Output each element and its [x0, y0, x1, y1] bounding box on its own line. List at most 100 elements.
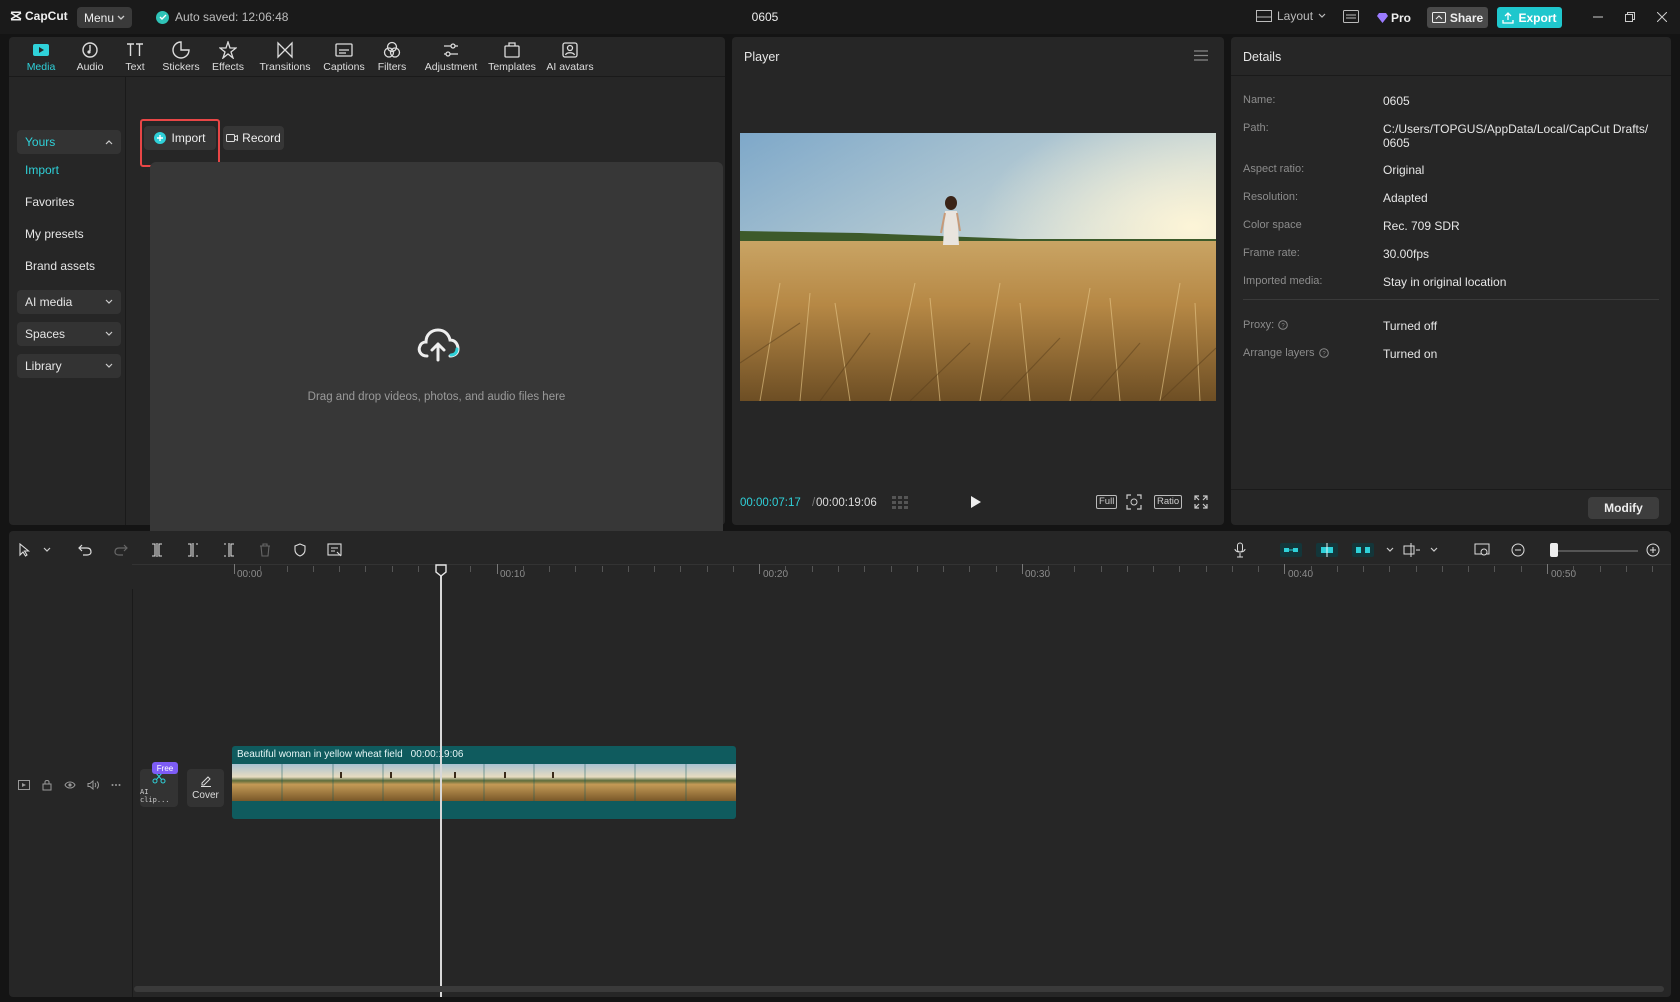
timeline-scrollbar[interactable]	[134, 986, 1664, 992]
ratio-button[interactable]: Ratio	[1154, 494, 1183, 510]
tab-media-label: Media	[26, 61, 56, 73]
ruler-tick	[1284, 564, 1286, 574]
microphone-icon[interactable]	[1231, 541, 1249, 559]
tab-audio[interactable]: Audio	[66, 41, 114, 73]
tab-ai-avatars[interactable]: AI avatars	[542, 41, 598, 73]
detail-value: Turned off	[1383, 319, 1438, 333]
import-button[interactable]: Import	[144, 126, 216, 150]
hamburger-icon[interactable]	[1194, 50, 1208, 64]
chevron-down-icon[interactable]	[1425, 541, 1443, 559]
clip-duration: 00:00:19:06	[410, 749, 464, 760]
split-icon[interactable]	[148, 541, 166, 559]
media-dropzone[interactable]: Drag and drop videos, photos, and audio …	[150, 162, 723, 550]
ruler-tick	[654, 566, 656, 572]
linkage-icon[interactable]	[1351, 541, 1375, 559]
undo-icon[interactable]	[76, 541, 94, 559]
shortcuts-icon[interactable]	[1343, 10, 1359, 26]
sidebar-item-favorites[interactable]: Favorites	[25, 195, 74, 209]
captions-icon	[335, 43, 353, 57]
chevron-down-icon[interactable]	[38, 541, 56, 559]
tab-filters-label: Filters	[377, 61, 407, 73]
menu-button[interactable]: Menu	[77, 7, 132, 28]
tab-media[interactable]: Media	[17, 41, 65, 73]
restore-icon[interactable]	[1622, 9, 1638, 25]
sidebar-yours[interactable]: Yours	[17, 130, 121, 154]
total-time: 00:00:19:06	[816, 497, 877, 509]
tab-captions[interactable]: Captions	[319, 41, 369, 73]
ruler-tick	[1389, 566, 1391, 572]
tab-effects[interactable]: Effects	[207, 41, 249, 73]
tab-effects-label: Effects	[212, 61, 244, 73]
zoom-slider-handle[interactable]	[1550, 543, 1558, 557]
export-button[interactable]: Export	[1497, 7, 1562, 28]
redo-icon[interactable]	[112, 541, 130, 559]
tab-ai-avatars-label: AI avatars	[546, 61, 594, 73]
help-icon[interactable]: ?	[1278, 320, 1288, 330]
eye-icon[interactable]	[63, 778, 77, 792]
playhead-line[interactable]	[440, 567, 442, 997]
video-clip[interactable]: Beautiful woman in yellow wheat field 00…	[232, 746, 736, 819]
sidebar-item-import[interactable]: Import	[25, 163, 59, 177]
split-right-icon[interactable]	[220, 541, 238, 559]
screenshot-icon[interactable]	[1126, 494, 1142, 510]
sidebar-library[interactable]: Library	[17, 354, 121, 378]
video-preview[interactable]	[740, 133, 1216, 401]
title-bar: CapCut Menu Auto saved: 12:06:48 0605 La…	[0, 0, 1680, 34]
ruler-tick	[286, 566, 288, 572]
fullscreen-icon[interactable]	[1194, 494, 1208, 510]
modify-button[interactable]: Modify	[1588, 497, 1659, 519]
zoom-slider-track[interactable]	[1550, 550, 1638, 552]
chevron-down-icon	[1318, 13, 1326, 18]
details-title: Details	[1243, 50, 1282, 64]
lock-icon[interactable]	[40, 778, 54, 792]
timecode-grid-icon[interactable]	[892, 494, 912, 510]
chevron-down-icon[interactable]	[1381, 541, 1399, 559]
play-icon[interactable]	[970, 494, 982, 510]
close-icon[interactable]	[1654, 9, 1670, 25]
layout-button[interactable]: Layout	[1256, 9, 1326, 23]
ruler-tick	[522, 566, 524, 572]
sidebar-spaces[interactable]: Spaces	[17, 322, 121, 346]
help-icon[interactable]: ?	[1318, 348, 1329, 358]
detail-value: Original	[1383, 163, 1425, 177]
ruler-tick	[627, 566, 629, 572]
tab-transitions[interactable]: Transitions	[254, 41, 316, 73]
select-tool-icon[interactable]	[16, 541, 34, 559]
sidebar-ai-media[interactable]: AI media	[17, 290, 121, 314]
volume-icon[interactable]	[86, 778, 100, 792]
pro-button[interactable]: Pro	[1377, 7, 1418, 28]
delete-icon[interactable]	[256, 541, 274, 559]
ruler-tick	[1310, 566, 1312, 572]
split-left-icon[interactable]	[184, 541, 202, 559]
zoom-out-icon[interactable]	[1509, 541, 1527, 559]
tab-adjustment[interactable]: Adjustment	[420, 41, 482, 73]
zoom-to-fit-icon[interactable]	[1473, 541, 1491, 559]
tab-templates[interactable]: Templates	[484, 41, 540, 73]
sidebar-item-my-presets[interactable]: My presets	[25, 227, 84, 241]
ruler-tick	[785, 566, 787, 572]
media-sidebar: Yours Import Favorites My presets Brand …	[9, 77, 126, 525]
more-icon[interactable]	[109, 778, 123, 792]
sidebar-item-brand-assets[interactable]: Brand assets	[25, 259, 95, 273]
magnet-main-track-icon[interactable]	[1279, 541, 1303, 559]
shield-icon[interactable]	[291, 541, 309, 559]
preview-axis-icon[interactable]	[1401, 541, 1423, 559]
ruler-tick	[1494, 566, 1496, 572]
auto-snap-icon[interactable]	[1315, 541, 1339, 559]
track-cover-icon[interactable]	[17, 778, 31, 792]
full-quality-button[interactable]: Full	[1096, 494, 1118, 510]
ai-clip-button[interactable]: AI clip...	[140, 769, 178, 807]
tab-text[interactable]: Text	[115, 41, 155, 73]
zoom-in-icon[interactable]	[1644, 541, 1662, 559]
tab-filters[interactable]: Filters	[372, 41, 412, 73]
cover-button[interactable]: Cover	[187, 769, 224, 807]
share-button[interactable]: Share	[1427, 7, 1488, 28]
minimize-icon[interactable]	[1590, 9, 1606, 25]
record-button[interactable]: Record	[223, 126, 284, 150]
ruler-tick	[260, 566, 262, 572]
tab-stickers[interactable]: Stickers	[158, 41, 204, 73]
detail-value: 30.00fps	[1383, 247, 1430, 261]
playhead-handle[interactable]	[435, 564, 447, 577]
edit-caption-icon[interactable]	[326, 541, 344, 559]
ruler-tick	[1625, 566, 1627, 572]
